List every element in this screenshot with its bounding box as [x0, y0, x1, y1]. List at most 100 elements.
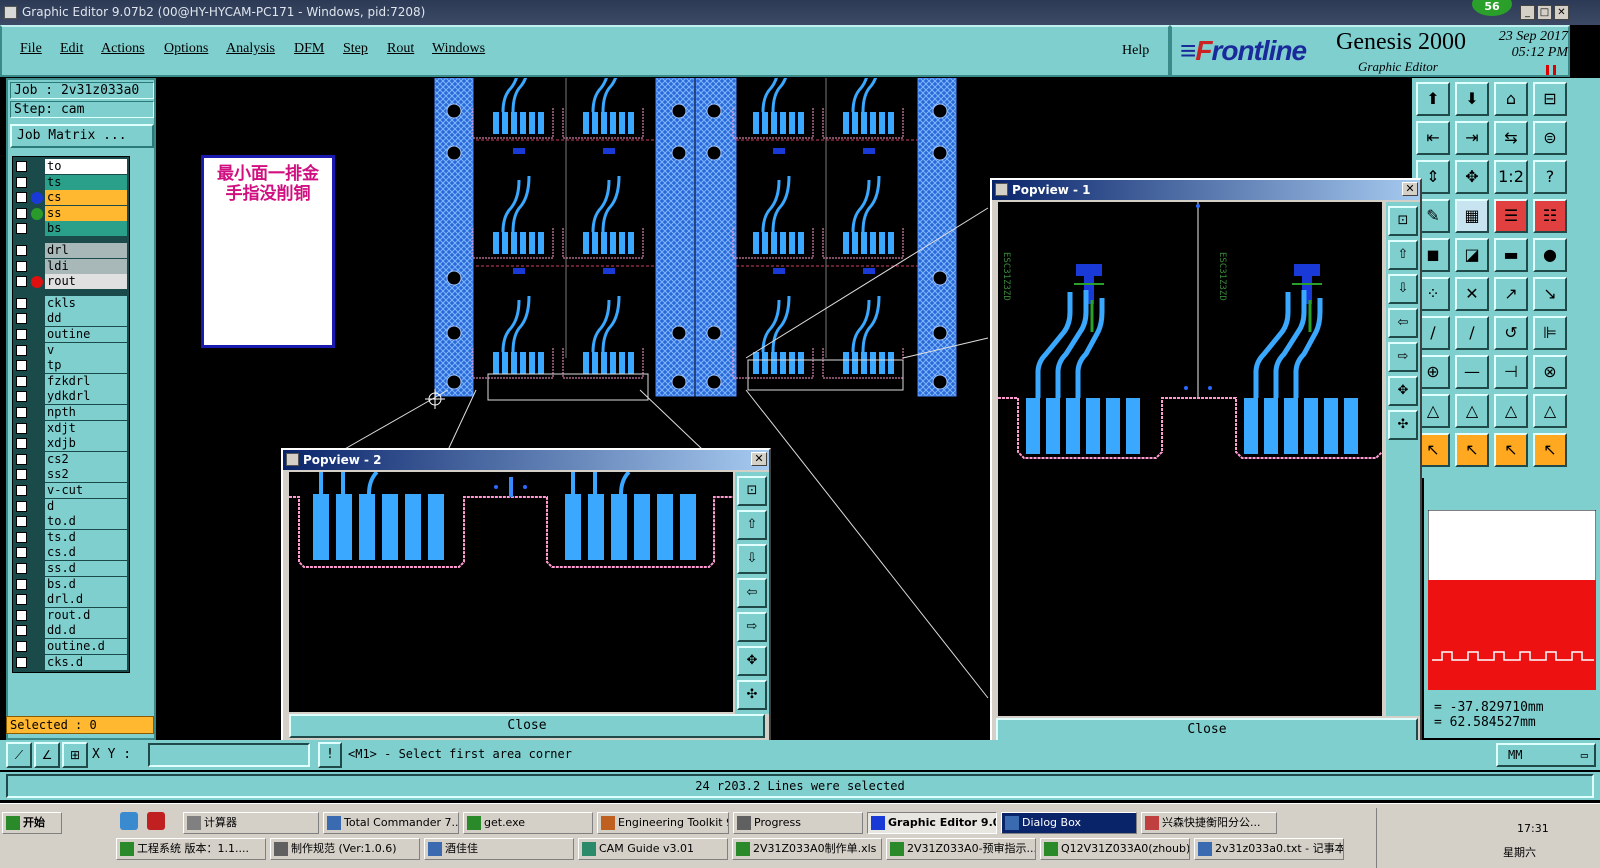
select-c-icon[interactable]: ↖ [1494, 433, 1528, 467]
layer-row-bs[interactable]: bs [13, 221, 131, 237]
start-button[interactable]: 开始 [2, 812, 62, 834]
align-right-icon[interactable]: ⇥ [1455, 121, 1489, 155]
arc-ne-icon[interactable]: ↗ [1494, 277, 1528, 311]
pad-icon[interactable]: ● [1533, 238, 1567, 272]
layer-checkbox[interactable] [16, 313, 27, 325]
layer-checkbox[interactable] [16, 469, 27, 481]
taskbar-item-bottom-4[interactable]: 2V31Z033A0制作单.xls ... [732, 838, 882, 860]
taskbar-item-bottom-1[interactable]: 制作规范 (Ver:1.0.6) [270, 838, 420, 860]
menu-dfm[interactable]: DFM [294, 41, 324, 57]
overview-map[interactable] [1428, 510, 1596, 690]
move-up-icon[interactable]: ⬆ [1416, 82, 1450, 116]
layer-checkbox[interactable] [16, 245, 27, 256]
menu-file[interactable]: File [20, 41, 42, 57]
popview-2-canvas[interactable] [289, 472, 733, 712]
units-select[interactable]: MM ▭ [1496, 743, 1596, 767]
pan-right-icon[interactable]: ⇨ [1388, 342, 1418, 372]
layer-row-ss2[interactable]: ss2 [13, 467, 131, 483]
zoom-out-icon[interactable]: ✣ [737, 680, 767, 710]
layer-row-ldi[interactable]: ldi [13, 258, 131, 274]
taskbar-item-bottom-3[interactable]: CAM Guide v3.01 [578, 838, 728, 860]
home-icon[interactable]: ⌂ [1494, 82, 1528, 116]
menu-actions[interactable]: Actions [101, 41, 145, 57]
pan-icon[interactable]: ✥ [1455, 160, 1489, 194]
measure-icon[interactable]: ⟋ [6, 742, 32, 768]
help-icon[interactable]: ? [1533, 160, 1567, 194]
polygon-c-icon[interactable]: △ [1494, 394, 1528, 428]
layer-row-ss[interactable]: ss [13, 205, 131, 221]
popview-1-canvas[interactable]: ESC31Z3ZD ESC31Z3ZD [998, 202, 1382, 716]
layer-row-npth[interactable]: npth [13, 405, 131, 420]
pan-down-icon[interactable]: ⇩ [1388, 274, 1418, 304]
zoom-in-icon[interactable]: ✥ [1388, 376, 1418, 406]
polygon-d-icon[interactable]: △ [1533, 394, 1567, 428]
layer-row-fzkdrl[interactable]: fzkdrl [13, 373, 131, 389]
layer-row-tp[interactable]: tp [13, 358, 131, 374]
quicklaunch-icon[interactable] [120, 812, 138, 830]
taskbar-item-top-0[interactable]: 计算器 [183, 812, 319, 834]
layer-row-rout[interactable]: rout [13, 274, 131, 290]
layer-checkbox[interactable] [16, 223, 27, 235]
layer-checkbox[interactable] [16, 207, 27, 219]
menu-edit[interactable]: Edit [60, 41, 83, 57]
layer-checkbox[interactable] [16, 578, 27, 590]
angle-icon[interactable]: ∠ [34, 742, 60, 768]
trim-icon[interactable]: ⊣ [1494, 355, 1528, 389]
pan-up-icon[interactable]: ⇧ [1388, 240, 1418, 270]
layer-checkbox[interactable] [16, 360, 27, 372]
pan-left-icon[interactable]: ⇦ [1388, 308, 1418, 338]
select-b-icon[interactable]: ↖ [1455, 433, 1489, 467]
layer-row-ydkdrl[interactable]: ydkdrl [13, 389, 131, 405]
layer-checkbox[interactable] [16, 531, 27, 543]
menu-analysis[interactable]: Analysis [226, 41, 275, 57]
pan-up-icon[interactable]: ⇧ [737, 510, 767, 540]
layer-checkbox[interactable] [16, 176, 27, 188]
pan-left-icon[interactable]: ⇦ [737, 578, 767, 608]
layer-row-cs-d[interactable]: cs.d [13, 545, 131, 561]
layer-checkbox[interactable] [16, 297, 27, 309]
taskbar-item-top-4[interactable]: Progress [733, 812, 863, 834]
layer-checkbox[interactable] [16, 407, 27, 418]
move-down-icon[interactable]: ⬇ [1455, 82, 1489, 116]
layer-checkbox[interactable] [16, 563, 27, 574]
menu-step[interactable]: Step [343, 41, 368, 57]
close-window-button[interactable]: ✕ [1554, 5, 1569, 20]
popview-2-close-button[interactable]: Close [289, 714, 765, 738]
layer-row-ss-d[interactable]: ss.d [13, 561, 131, 576]
layer-row-cs[interactable]: cs [13, 190, 131, 206]
popview-1-close-icon[interactable]: ✕ [1402, 182, 1418, 196]
layer-checkbox[interactable] [16, 547, 27, 559]
layer-row-v-cut[interactable]: v-cut [13, 483, 131, 498]
layer-row-xdjt[interactable]: xdjt [13, 420, 131, 436]
layout-icon[interactable]: ⊟ [1533, 82, 1567, 116]
layer-checkbox[interactable] [16, 453, 27, 465]
layer-row-outine-d[interactable]: outine.d [13, 639, 131, 654]
layer-row-ckls[interactable]: ckls [13, 295, 131, 311]
pan-down-icon[interactable]: ⇩ [737, 544, 767, 574]
xy-input[interactable] [148, 743, 310, 767]
layer-row-outine[interactable]: outine [13, 327, 131, 342]
layer-row-to[interactable]: to [13, 159, 131, 174]
layer-row-dd-d[interactable]: dd.d [13, 623, 131, 639]
select-d-icon[interactable]: ↖ [1533, 433, 1567, 467]
layer-row-ts-d[interactable]: ts.d [13, 529, 131, 545]
target-icon[interactable]: ⊗ [1533, 355, 1567, 389]
layer-row-cs2[interactable]: cs2 [13, 451, 131, 467]
snap-icon[interactable]: ◪ [1455, 238, 1489, 272]
layer-checkbox[interactable] [16, 485, 27, 496]
menu-windows[interactable]: Windows [432, 41, 485, 57]
zoom-ratio-icon[interactable]: 1:2 [1494, 160, 1528, 194]
layer-checkbox[interactable] [16, 609, 27, 621]
pdf-icon[interactable] [147, 812, 165, 830]
layer-checkbox[interactable] [16, 516, 27, 528]
pan-right-icon[interactable]: ⇨ [737, 612, 767, 642]
cut-icon[interactable]: — [1455, 355, 1489, 389]
zoom-out-icon[interactable]: ✣ [1388, 410, 1418, 440]
taskbar-item-bottom-6[interactable]: Q12V31Z033A0(zhoub)... [1040, 838, 1190, 860]
mirror-icon[interactable]: ⊫ [1533, 316, 1567, 350]
taskbar-item-top-3[interactable]: Engineering Toolkit 9... [597, 812, 729, 834]
layer-checkbox[interactable] [16, 438, 27, 450]
delete-icon[interactable]: ✕ [1455, 277, 1489, 311]
layer-checkbox[interactable] [16, 594, 27, 606]
layer-checkbox[interactable] [16, 329, 27, 340]
